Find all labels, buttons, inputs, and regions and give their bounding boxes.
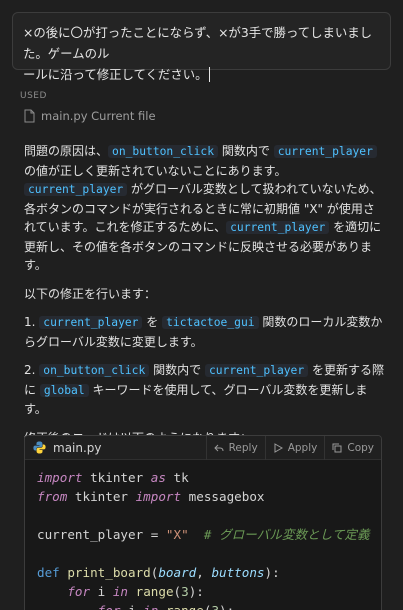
reference-desc: Current file	[91, 109, 156, 123]
code-line: import tkinter as tk	[37, 470, 189, 485]
inline-code: current_player	[273, 145, 377, 158]
reference-filename: main.py	[41, 109, 88, 123]
code-line: current_player = "X" # グローバル変数として定義	[37, 527, 370, 542]
copy-icon	[332, 443, 342, 452]
code-line: from tkinter import messagebox	[37, 489, 265, 504]
apply-button[interactable]: Apply	[264, 436, 325, 460]
inline-code: on_button_click	[39, 364, 150, 377]
inline-code: on_button_click	[108, 145, 219, 158]
code-block-header: main.py Reply Apply Copy	[25, 436, 381, 460]
chat-input[interactable]: ×の後に〇が打ったことにならず、×が3手で勝ってしまいました。ゲームのル ールに…	[12, 12, 391, 82]
inline-code: current_player	[39, 316, 143, 329]
inline-code: current_player	[226, 221, 330, 234]
prompt-line-2: ールに沿って修正してください。	[23, 67, 210, 82]
inline-code: current_player	[24, 183, 128, 196]
answer-paragraph-3: 1. current_player を tictactoe_gui 関数のローカ…	[24, 315, 383, 349]
play-icon	[274, 442, 283, 453]
text-caret	[208, 67, 210, 82]
assistant-answer: 問題の原因は、 on_button_click 関数内で current_play…	[24, 142, 384, 457]
file-icon	[24, 109, 35, 123]
reference-current-file[interactable]: main.py Current file	[24, 108, 156, 124]
copy-button[interactable]: Copy	[324, 436, 381, 460]
inline-code: global	[39, 383, 89, 397]
inline-code: current_player	[204, 364, 309, 377]
prompt-line-1: ×の後に〇が打ったことにならず、×が3手で勝ってしまいました。ゲームのル	[23, 25, 373, 61]
used-references-label: USED	[20, 91, 47, 101]
python-icon	[33, 441, 46, 454]
code-line: def print_board(board, buttons):	[37, 565, 280, 580]
reply-icon	[213, 444, 224, 451]
inline-code: tictactoe_gui	[162, 316, 259, 329]
reply-button[interactable]: Reply	[205, 436, 265, 460]
answer-paragraph-2: 以下の修正を行います：	[24, 286, 157, 301]
code-content: import tkinter as tk from tkinter import …	[25, 460, 381, 610]
code-line: for i in range(3):	[67, 584, 204, 599]
code-block: main.py Reply Apply Copy import tkinter …	[24, 435, 382, 610]
answer-paragraph-1: 問題の原因は、 on_button_click 関数内で current_play…	[24, 144, 382, 272]
answer-paragraph-4: 2. on_button_click 関数内で current_player を…	[24, 363, 384, 416]
code-filename: main.py	[53, 440, 102, 455]
code-line: for j in range(3):	[37, 601, 381, 610]
